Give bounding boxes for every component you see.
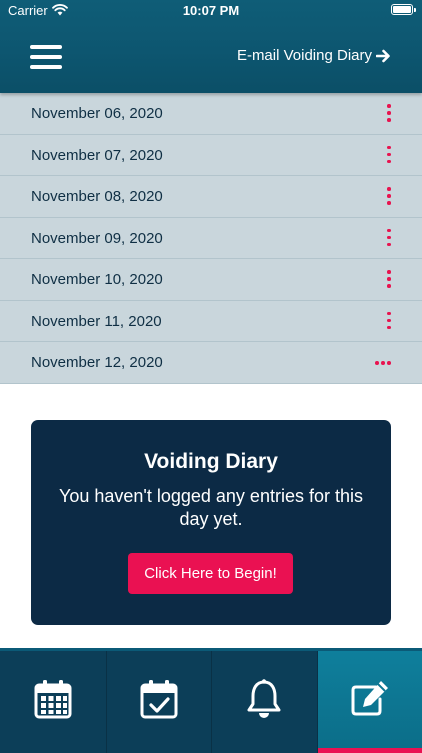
card-message: You haven't logged any entries for this … [46, 485, 376, 531]
more-vertical-icon[interactable] [385, 229, 393, 247]
bell-icon [245, 679, 283, 719]
status-time: 10:07 PM [0, 3, 422, 18]
app-header: Carrier 10:07 PM E-mail Voiding Diary [0, 0, 422, 93]
calendar-check-icon [140, 679, 178, 719]
arrow-right-icon [376, 49, 391, 63]
date-row[interactable]: November 08, 2020 [0, 176, 422, 218]
more-vertical-icon[interactable] [385, 312, 393, 330]
battery-icon [391, 4, 413, 15]
date-label: November 12, 2020 [31, 354, 163, 371]
date-label: November 11, 2020 [31, 313, 162, 330]
menu-button[interactable] [30, 45, 62, 71]
date-label: November 07, 2020 [31, 147, 163, 164]
date-label: November 09, 2020 [31, 230, 163, 247]
calendar-icon [34, 679, 72, 719]
tab-calendar[interactable] [0, 651, 106, 753]
card-title: Voiding Diary [31, 450, 391, 474]
more-vertical-icon[interactable] [385, 187, 393, 205]
status-bar: Carrier 10:07 PM [0, 0, 422, 22]
email-diary-button[interactable]: E-mail Voiding Diary [237, 47, 391, 64]
more-vertical-icon[interactable] [385, 104, 393, 122]
date-label: November 08, 2020 [31, 188, 163, 205]
date-row[interactable]: November 11, 2020 [0, 301, 422, 343]
tab-bar [0, 648, 422, 753]
begin-button[interactable]: Click Here to Begin! [128, 553, 293, 594]
date-row-selected[interactable]: November 12, 2020 [0, 342, 422, 384]
more-vertical-icon[interactable] [385, 270, 393, 288]
date-label: November 06, 2020 [31, 105, 163, 122]
date-row[interactable]: November 06, 2020 [0, 93, 422, 135]
more-horizontal-icon[interactable] [375, 360, 391, 366]
date-label: November 10, 2020 [31, 271, 163, 288]
tab-daily-log[interactable] [106, 651, 212, 753]
empty-state-card: Voiding Diary You haven't logged any ent… [31, 420, 391, 625]
tab-reminders[interactable] [211, 651, 317, 753]
date-row[interactable]: November 07, 2020 [0, 135, 422, 177]
email-diary-label: E-mail Voiding Diary [237, 47, 372, 64]
edit-icon [350, 679, 390, 717]
date-row[interactable]: November 10, 2020 [0, 259, 422, 301]
tab-diary[interactable] [317, 651, 422, 753]
date-row[interactable]: November 09, 2020 [0, 218, 422, 260]
date-list: November 06, 2020 November 07, 2020 Nove… [0, 93, 422, 384]
more-vertical-icon[interactable] [385, 146, 393, 164]
